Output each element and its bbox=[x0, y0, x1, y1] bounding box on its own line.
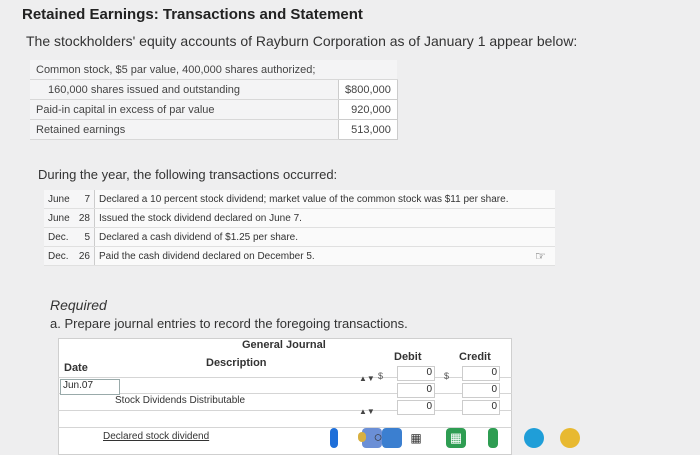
equity-value: 920,000 bbox=[338, 99, 398, 120]
transaction-row: June 28 Issued the stock dividend declar… bbox=[44, 208, 555, 228]
transaction-row: Dec. 26 Paid the cash dividend declared … bbox=[44, 246, 555, 266]
app-icon[interactable] bbox=[488, 428, 498, 448]
intro-text: The stockholders' equity accounts of Ray… bbox=[26, 33, 578, 49]
equity-label: 160,000 shares issued and outstanding bbox=[30, 79, 339, 100]
equity-value bbox=[338, 60, 398, 80]
transaction-day: 5 bbox=[74, 227, 95, 247]
transaction-text: Issued the stock dividend declared on Ju… bbox=[94, 208, 555, 228]
transactions-table: June 7 Declared a 10 percent stock divid… bbox=[44, 190, 555, 266]
equity-label: Paid-in capital in excess of par value bbox=[30, 99, 339, 120]
transaction-text: Declared a 10 percent stock dividend; ma… bbox=[94, 190, 555, 209]
account-description[interactable]: Stock Dividends Distributable bbox=[115, 395, 245, 406]
divider bbox=[58, 393, 512, 394]
equity-row: 160,000 shares issued and outstanding $8… bbox=[30, 79, 398, 100]
transaction-month: Dec. bbox=[44, 227, 74, 247]
transaction-day: 26 bbox=[74, 246, 95, 266]
transaction-day: 28 bbox=[74, 208, 95, 228]
windows-icon[interactable] bbox=[330, 428, 338, 448]
chrome-icon[interactable] bbox=[560, 428, 580, 448]
mouse-pointer-icon: ☞ bbox=[535, 249, 546, 263]
journal-title: General Journal bbox=[242, 339, 326, 351]
debit-input[interactable]: 0 bbox=[397, 383, 435, 398]
equity-value: $800,000 bbox=[338, 79, 398, 100]
transaction-text: Paid the cash dividend declared on Decem… bbox=[94, 246, 555, 266]
transaction-day: 7 bbox=[74, 190, 95, 209]
equity-table: Common stock, $5 par value, 400,000 shar… bbox=[30, 60, 398, 140]
transactions-intro: During the year, the following transacti… bbox=[38, 167, 338, 182]
credit-input[interactable]: 0 bbox=[462, 366, 500, 381]
date-field[interactable]: Jun.07 bbox=[60, 379, 120, 395]
equity-label: Retained earnings bbox=[30, 119, 339, 140]
account-select-arrows-icon[interactable]: ▲▼ bbox=[359, 374, 375, 383]
column-header-debit: Debit bbox=[394, 351, 422, 363]
equity-row: Paid-in capital in excess of par value 9… bbox=[30, 99, 398, 120]
credit-input[interactable]: 0 bbox=[462, 383, 500, 398]
transaction-month: June bbox=[44, 190, 74, 209]
equity-row: Common stock, $5 par value, 400,000 shar… bbox=[30, 60, 398, 80]
equity-label: Common stock, $5 par value, 400,000 shar… bbox=[30, 60, 339, 80]
credit-input[interactable]: 0 bbox=[462, 400, 500, 415]
column-header-credit: Credit bbox=[459, 351, 491, 363]
entry-explanation[interactable]: Declared stock dividend bbox=[103, 431, 209, 442]
search-circle-icon[interactable]: ○ bbox=[368, 428, 388, 448]
taskbar: ○ ▦ ▦ bbox=[296, 428, 700, 453]
transaction-month: June bbox=[44, 208, 74, 228]
equity-row: Retained earnings 513,000 bbox=[30, 119, 398, 140]
transaction-row: Dec. 5 Declared a cash dividend of $1.25… bbox=[44, 227, 555, 247]
task-view-icon[interactable]: ▦ bbox=[406, 428, 426, 448]
transaction-row: June 7 Declared a 10 percent stock divid… bbox=[44, 190, 555, 209]
column-header-date: Date bbox=[64, 362, 88, 374]
account-select-arrows-icon[interactable]: ▲▼ bbox=[359, 407, 375, 416]
part-a-instructions: a. Prepare journal entries to record the… bbox=[50, 316, 408, 331]
debit-currency: $ bbox=[378, 371, 384, 381]
store-icon[interactable] bbox=[358, 432, 366, 442]
equity-value: 513,000 bbox=[338, 119, 398, 140]
transaction-text: Declared a cash dividend of $1.25 per sh… bbox=[94, 227, 555, 247]
debit-input[interactable]: 0 bbox=[397, 400, 435, 415]
file-explorer-icon[interactable]: ▦ bbox=[446, 428, 466, 448]
credit-currency: $ bbox=[444, 371, 450, 381]
divider bbox=[58, 410, 512, 411]
column-header-description: Description bbox=[206, 357, 267, 369]
edge-icon[interactable] bbox=[524, 428, 544, 448]
debit-input[interactable]: 0 bbox=[397, 366, 435, 381]
required-heading: Required bbox=[50, 297, 107, 313]
page-title: Retained Earnings: Transactions and Stat… bbox=[22, 6, 363, 23]
transaction-month: Dec. bbox=[44, 246, 74, 266]
